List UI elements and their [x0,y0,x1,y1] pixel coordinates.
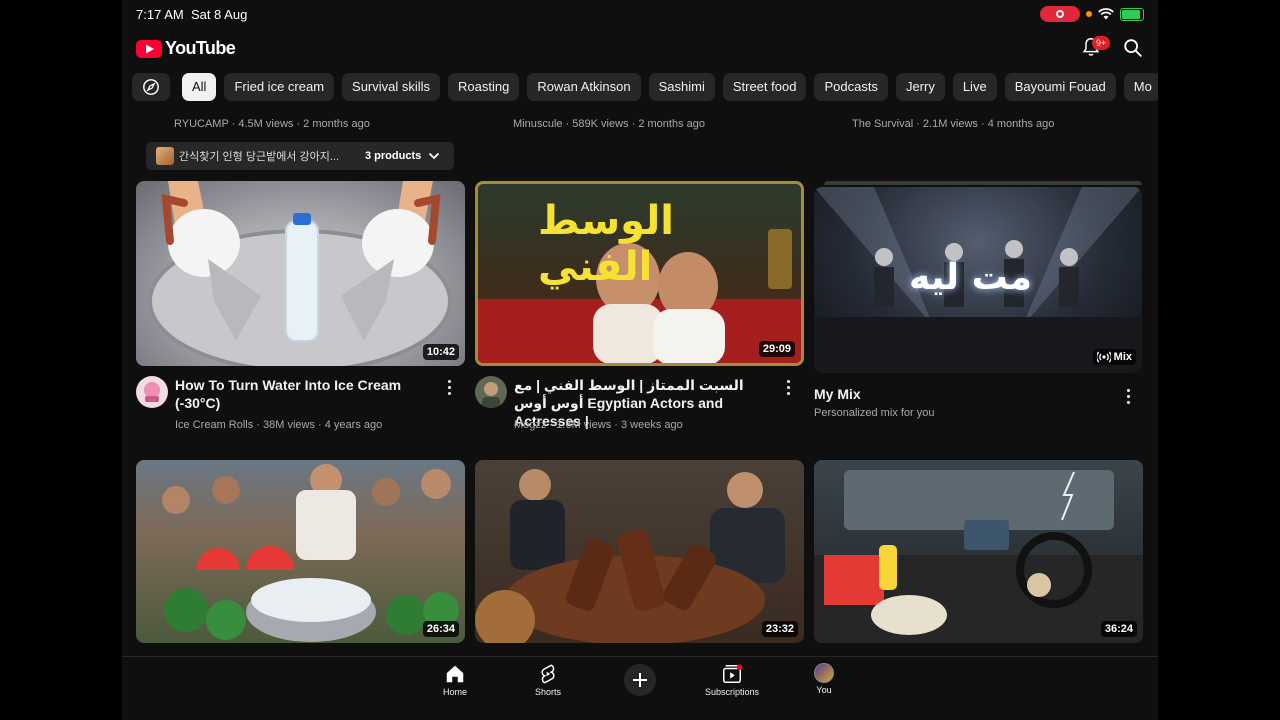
youtube-app-screen: 7:17 AM Sat 8 Aug YouTube 9+ All Fried i… [122,0,1158,720]
video-thumbnail[interactable]: الوسط الفني 29:09 [475,181,804,366]
nav-subscriptions-label: Subscriptions [704,687,760,697]
subscriptions-icon [723,664,743,683]
nav-home-label: Home [442,687,467,697]
shorts-icon [541,664,555,684]
more-options-button[interactable] [780,377,796,397]
product-thumbnail [156,147,174,165]
notifications-button[interactable]: 9+ [1080,36,1111,60]
chip-rowan-atkinson[interactable]: Rowan Atkinson [527,73,641,101]
thumbnail-art [162,464,459,642]
home-icon [446,665,464,683]
thumbnail-art [814,470,1143,643]
nav-subscriptions[interactable]: Subscriptions [697,663,767,697]
channel-avatar[interactable] [136,376,168,408]
video-title[interactable]: My Mix [814,385,1074,403]
status-time: 7:17 AM Sat 8 Aug [136,7,247,22]
mix-thumbnail[interactable]: مت ليه Mix [814,187,1142,373]
mic-indicator-icon [1086,11,1092,17]
chip-live[interactable]: Live [952,73,997,101]
logo-text: YouTube [165,38,236,58]
status-indicators [1040,6,1144,22]
thumbnail-art [475,469,785,643]
search-icon[interactable] [1122,37,1144,59]
nav-you[interactable]: You [789,663,859,695]
video-thumbnail[interactable]: 26:34 [136,460,465,643]
nav-shorts[interactable]: Shorts [513,663,583,697]
video-duration: 36:24 [1100,621,1137,637]
products-pill[interactable]: 간식찾기 인형 당근밭에서 강아지... 3 products [146,142,454,170]
create-button[interactable] [624,664,656,696]
video-meta: Ice Cream Rolls · 38M views · 4 years ag… [175,419,383,431]
video-thumbnail[interactable]: 10:42 [136,181,465,366]
chip-street-food[interactable]: Street food [722,73,807,101]
thumbnail-art [148,181,452,366]
status-bar: 7:17 AM Sat 8 Aug [122,0,1158,28]
chip-more[interactable]: Mo [1123,73,1158,101]
prev-video-meta: Minuscule · 589K views · 2 months ago [513,118,705,130]
prev-video-meta: The Survival · 2.1M views · 4 months ago [852,118,1055,130]
product-name: 간식찾기 인형 당근밭에서 강아지... [179,151,340,163]
chip-sashimi[interactable]: Sashimi [648,73,715,101]
video-thumbnail[interactable]: 23:32 [475,460,804,643]
status-time-text: 7:17 AM [136,7,184,22]
thumbnail-overlay-text: مت ليه [909,257,1032,298]
channel-avatar[interactable] [475,376,507,408]
youtube-logo[interactable]: YouTube [136,38,236,59]
video-title[interactable]: How To Turn Water Into Ice Cream (-30°C) [175,376,430,412]
notification-badge: 9+ [1092,36,1111,50]
top-app-bar: YouTube 9+ [122,32,1158,64]
wifi-icon [1098,8,1114,20]
more-options-button[interactable] [1120,386,1136,406]
video-duration: 26:34 [422,621,459,637]
video-meta: Mogzz · 1.6M views · 3 weeks ago [514,419,683,431]
filter-chip-bar: All Fried ice cream Survival skills Roas… [132,73,1158,103]
video-duration: 10:42 [422,344,459,360]
nav-you-label: You [816,685,832,695]
header-actions: 9+ [1080,36,1144,60]
chip-podcasts[interactable]: Podcasts [814,73,888,101]
chip-bayoumi-fouad[interactable]: Bayoumi Fouad [1004,73,1116,101]
mix-badge-label: Mix [1113,351,1132,363]
mix-badge: Mix [1092,349,1136,365]
radio-wave-icon [1096,351,1111,363]
nav-shorts-label: Shorts [534,687,561,697]
prev-video-meta: RYUCAMP · 4.5M views · 2 months ago [174,118,370,130]
profile-avatar [814,663,834,683]
bottom-navigation: Home Shorts Subscriptions You [122,656,1158,720]
status-date-text: Sat 8 Aug [190,7,248,22]
youtube-play-logo-icon [136,39,162,58]
more-options-button[interactable] [441,377,457,397]
thumbnail-overlay-text: الوسط الفني [538,198,674,290]
chip-all[interactable]: All [182,73,217,101]
chip-jerry[interactable]: Jerry [895,73,945,101]
chip-roasting[interactable]: Roasting [448,73,520,101]
video-meta: Personalized mix for you [814,407,935,419]
chevron-down-icon [429,152,440,160]
compass-icon [143,79,159,95]
mix-stack-edge [824,181,1142,185]
video-duration: 23:32 [761,621,798,637]
chip-survival-skills[interactable]: Survival skills [342,73,441,101]
product-count: 3 products [365,150,422,162]
battery-icon [1120,7,1144,21]
explore-button[interactable] [132,73,170,101]
video-duration: 29:09 [758,341,795,357]
nav-home[interactable]: Home [420,663,490,697]
plus-icon [633,673,647,687]
screen-recording-icon [1040,6,1080,22]
chip-fried-ice-cream[interactable]: Fried ice cream [224,73,335,101]
video-thumbnail[interactable]: 36:24 [814,460,1143,643]
